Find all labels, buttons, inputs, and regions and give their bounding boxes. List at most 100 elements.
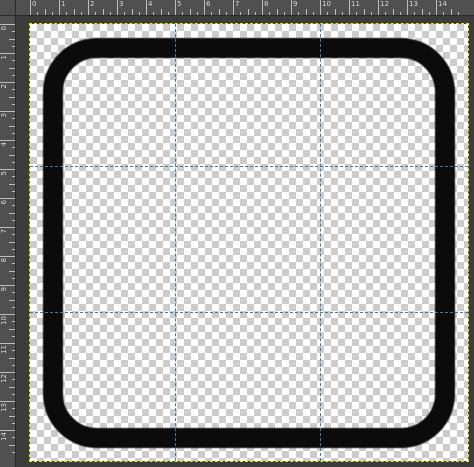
ruler-major-tick <box>349 0 350 15</box>
ruler-minor-tick <box>131 9 133 15</box>
ruler-label: 11 <box>351 0 360 8</box>
ruler-minor-tick <box>9 241 15 243</box>
rounded-rectangle-shape[interactable] <box>43 38 455 448</box>
ruler-label: 10 <box>0 316 8 325</box>
ruler-label: 3 <box>119 0 124 8</box>
ruler-major-tick <box>0 285 15 286</box>
ruler-major-tick <box>0 430 15 431</box>
ruler-minor-tick <box>334 9 336 15</box>
ruler-minor-tick <box>9 125 15 127</box>
ruler-major-tick <box>0 169 15 170</box>
ruler-minor-tick <box>276 9 278 15</box>
ruler-major-tick <box>146 0 147 15</box>
ruler-minor-tick <box>9 444 15 446</box>
ruler-minor-tick <box>102 9 104 15</box>
ruler-label: 0 <box>32 0 37 8</box>
ruler-major-tick <box>0 24 15 25</box>
ruler-label: 2 <box>0 84 8 89</box>
ruler-minor-tick <box>160 9 162 15</box>
ruler-label: 4 <box>148 0 153 8</box>
ruler-minor-tick <box>9 328 15 330</box>
horizontal-ruler[interactable]: 0 1 2 3 4 5 6 7 8 9 10 11 12 13 14 <box>16 0 474 16</box>
ruler-minor-tick <box>247 9 249 15</box>
ruler-major-tick <box>0 53 15 54</box>
vertical-guide-2[interactable] <box>320 24 321 461</box>
ruler-major-tick <box>0 227 15 228</box>
ruler-major-tick <box>0 401 15 402</box>
ruler-major-tick <box>175 0 176 15</box>
ruler-minor-tick <box>44 9 46 15</box>
ruler-label: 2 <box>90 0 95 8</box>
ruler-label: 1 <box>0 55 8 60</box>
ruler-minor-tick <box>421 9 423 15</box>
ruler-label: 0 <box>0 26 8 31</box>
ruler-label: 9 <box>293 0 298 8</box>
ruler-label: 12 <box>0 374 8 383</box>
ruler-minor-tick <box>9 183 15 185</box>
shape-layer <box>43 38 455 448</box>
ruler-minor-tick <box>392 9 394 15</box>
ruler-label: 14 <box>0 432 8 441</box>
ruler-label: 8 <box>264 0 269 8</box>
ruler-minor-tick <box>9 270 15 272</box>
ruler-label: 12 <box>380 0 389 8</box>
ruler-major-tick <box>0 343 15 344</box>
ruler-major-tick <box>378 0 379 15</box>
ruler-label: 7 <box>0 229 8 234</box>
ruler-minor-tick <box>9 67 15 69</box>
ruler-origin-icon[interactable] <box>0 0 16 16</box>
ruler-major-tick <box>291 0 292 15</box>
ruler-label: 13 <box>0 403 8 412</box>
ruler-label: 6 <box>206 0 211 8</box>
ruler-label: 8 <box>0 258 8 263</box>
image-editor: 0 1 2 3 4 5 6 7 8 9 10 11 12 13 14 0 1 2 3 4 5 6 7 8 9 10 11 12 13 1… <box>0 0 474 467</box>
ruler-major-tick <box>30 0 31 15</box>
ruler-label: 11 <box>0 345 8 354</box>
ruler-major-tick <box>0 256 15 257</box>
ruler-major-tick <box>262 0 263 15</box>
ruler-major-tick <box>0 198 15 199</box>
ruler-major-tick <box>0 314 15 315</box>
ruler-minor-tick <box>363 9 365 15</box>
ruler-label: 1 <box>61 0 66 8</box>
ruler-label: 10 <box>322 0 331 8</box>
ruler-minor-tick <box>218 9 220 15</box>
ruler-label: 7 <box>235 0 240 8</box>
ruler-minor-tick <box>450 9 452 15</box>
ruler-major-tick <box>117 0 118 15</box>
ruler-minor-tick <box>9 212 15 214</box>
horizontal-guide-1[interactable] <box>30 166 468 167</box>
ruler-major-tick <box>320 0 321 15</box>
ruler-label: 4 <box>0 142 8 147</box>
ruler-major-tick <box>204 0 205 15</box>
ruler-minor-tick <box>9 386 15 388</box>
ruler-label: 5 <box>0 171 8 176</box>
ruler-major-tick <box>88 0 89 15</box>
ruler-minor-tick <box>9 299 15 301</box>
image-canvas[interactable] <box>29 23 469 462</box>
ruler-major-tick <box>59 0 60 15</box>
ruler-minor-tick <box>73 9 75 15</box>
ruler-label: 3 <box>0 113 8 118</box>
ruler-major-tick <box>436 0 437 15</box>
ruler-minor-tick <box>9 154 15 156</box>
ruler-minor-tick <box>189 9 191 15</box>
ruler-minor-tick <box>9 96 15 98</box>
ruler-label: 5 <box>177 0 182 8</box>
ruler-major-tick <box>0 372 15 373</box>
canvas-workspace[interactable] <box>16 16 474 467</box>
ruler-major-tick <box>407 0 408 15</box>
ruler-label: 14 <box>438 0 447 8</box>
vertical-ruler[interactable]: 0 1 2 3 4 5 6 7 8 9 10 11 12 13 14 <box>0 16 16 467</box>
ruler-major-tick <box>0 111 15 112</box>
ruler-label: 6 <box>0 200 8 205</box>
ruler-minor-tick <box>9 415 15 417</box>
horizontal-guide-2[interactable] <box>30 312 468 313</box>
ruler-major-tick <box>233 0 234 15</box>
ruler-label: 9 <box>0 287 8 292</box>
ruler-minor-tick <box>305 9 307 15</box>
vertical-guide-1[interactable] <box>175 24 176 461</box>
ruler-minor-tick <box>9 357 15 359</box>
ruler-major-tick <box>0 140 15 141</box>
ruler-minor-tick <box>9 38 15 40</box>
